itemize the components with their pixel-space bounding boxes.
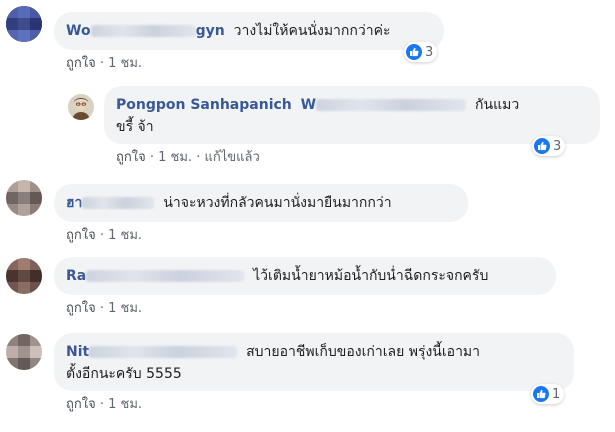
- reply-comment: Pongpon Sanhapanich W กันแมว ขรี้ จ้า 3 …: [0, 84, 615, 170]
- redacted-name: [90, 25, 196, 37]
- reaction-count[interactable]: 3: [404, 42, 438, 62]
- timestamp[interactable]: 1 ชม.: [108, 228, 142, 243]
- avatar[interactable]: [68, 94, 94, 120]
- mention[interactable]: W: [301, 97, 316, 113]
- comment-text: สบายอาชีพเก็บของเก่าเลย พรุ่งนี้เอามา: [246, 344, 481, 360]
- reaction-count[interactable]: 3: [532, 136, 566, 156]
- redacted-name: [82, 197, 155, 209]
- comment-actions: ถูกใจ · 1 ชม.: [66, 301, 143, 316]
- comment-2: ฮา น่าจะหวงที่กลัวคนมานั่งมายืนมากกว่า ถ…: [0, 172, 615, 250]
- avatar[interactable]: [6, 258, 42, 294]
- comment-text: กันแมว: [475, 97, 520, 113]
- timestamp[interactable]: 1 ชม.: [158, 150, 192, 165]
- timestamp[interactable]: 1 ชม.: [108, 397, 142, 412]
- comment-text: ตั้งอีกนะครับ 5555: [66, 366, 182, 382]
- comment-actions: ถูกใจ · 1 ชม.: [66, 228, 143, 243]
- comment-actions: ถูกใจ · 1 ชม.: [66, 56, 143, 71]
- like-link[interactable]: ถูกใจ: [116, 150, 146, 165]
- author-name[interactable]: Ra: [66, 268, 86, 284]
- author-name[interactable]: ฮา: [66, 195, 82, 211]
- author-name[interactable]: Wo: [66, 23, 91, 39]
- comment-text: วางไม่ให้คนนั่งมากกว่าค่ะ: [233, 23, 391, 39]
- redacted-name: [316, 99, 467, 111]
- author-name[interactable]: Nit: [66, 344, 89, 360]
- redacted-name: [89, 346, 238, 358]
- timestamp[interactable]: 1 ชม.: [108, 301, 142, 316]
- author-name[interactable]: Pongpon Sanhapanich: [116, 97, 292, 113]
- thumbs-up-icon: [534, 138, 550, 154]
- comment-actions: ถูกใจ · 1 ชม. · แก้ไขแล้ว: [116, 150, 260, 165]
- comment-bubble: Wo gyn วางไม่ให้คนนั่งมากกว่าค่ะ: [54, 12, 444, 50]
- comment-text: ไว้เติมน้ำยาหม้อน้ำกับน่ำฉีดกระจกครับ: [253, 268, 489, 284]
- thumbs-up-icon: [406, 44, 422, 60]
- comment-3: Ra ไว้เติมน้ำยาหม้อน้ำกับน่ำฉีดกระจกครับ…: [0, 250, 615, 324]
- redacted-name: [86, 270, 245, 282]
- comment-text: น่าจะหวงที่กลัวคนมานั่งมายืนมากกว่า: [163, 195, 392, 211]
- comment-bubble: Pongpon Sanhapanich W กันแมว ขรี้ จ้า: [104, 86, 600, 144]
- comment-bubble: Ra ไว้เติมน้ำยาหม้อน้ำกับน่ำฉีดกระจกครับ: [54, 257, 556, 295]
- comment-4: Nit สบายอาชีพเก็บของเก่าเลย พรุ่งนี้เอาม…: [0, 326, 615, 432]
- author-name-tail[interactable]: gyn: [196, 23, 225, 39]
- comment-bubble: ฮา น่าจะหวงที่กลัวคนมานั่งมายืนมากกว่า: [54, 184, 468, 222]
- comment-text: ขรี้ จ้า: [116, 119, 154, 135]
- like-link[interactable]: ถูกใจ: [66, 56, 96, 71]
- like-link[interactable]: ถูกใจ: [66, 301, 96, 316]
- thumbs-up-icon: [533, 386, 549, 402]
- comment-actions: ถูกใจ · 1 ชม.: [66, 397, 143, 412]
- avatar[interactable]: [6, 180, 42, 216]
- comment-1: Wo gyn วางไม่ให้คนนั่งมากกว่าค่ะ 3 ถูกใจ …: [0, 0, 615, 80]
- timestamp[interactable]: 1 ชม.: [108, 56, 142, 71]
- reaction-count[interactable]: 1: [531, 384, 565, 404]
- like-link[interactable]: ถูกใจ: [66, 228, 96, 243]
- edited-label[interactable]: แก้ไขแล้ว: [205, 150, 260, 165]
- avatar[interactable]: [6, 334, 42, 370]
- like-link[interactable]: ถูกใจ: [66, 397, 96, 412]
- avatar[interactable]: [6, 6, 42, 42]
- comment-bubble: Nit สบายอาชีพเก็บของเก่าเลย พรุ่งนี้เอาม…: [54, 333, 574, 391]
